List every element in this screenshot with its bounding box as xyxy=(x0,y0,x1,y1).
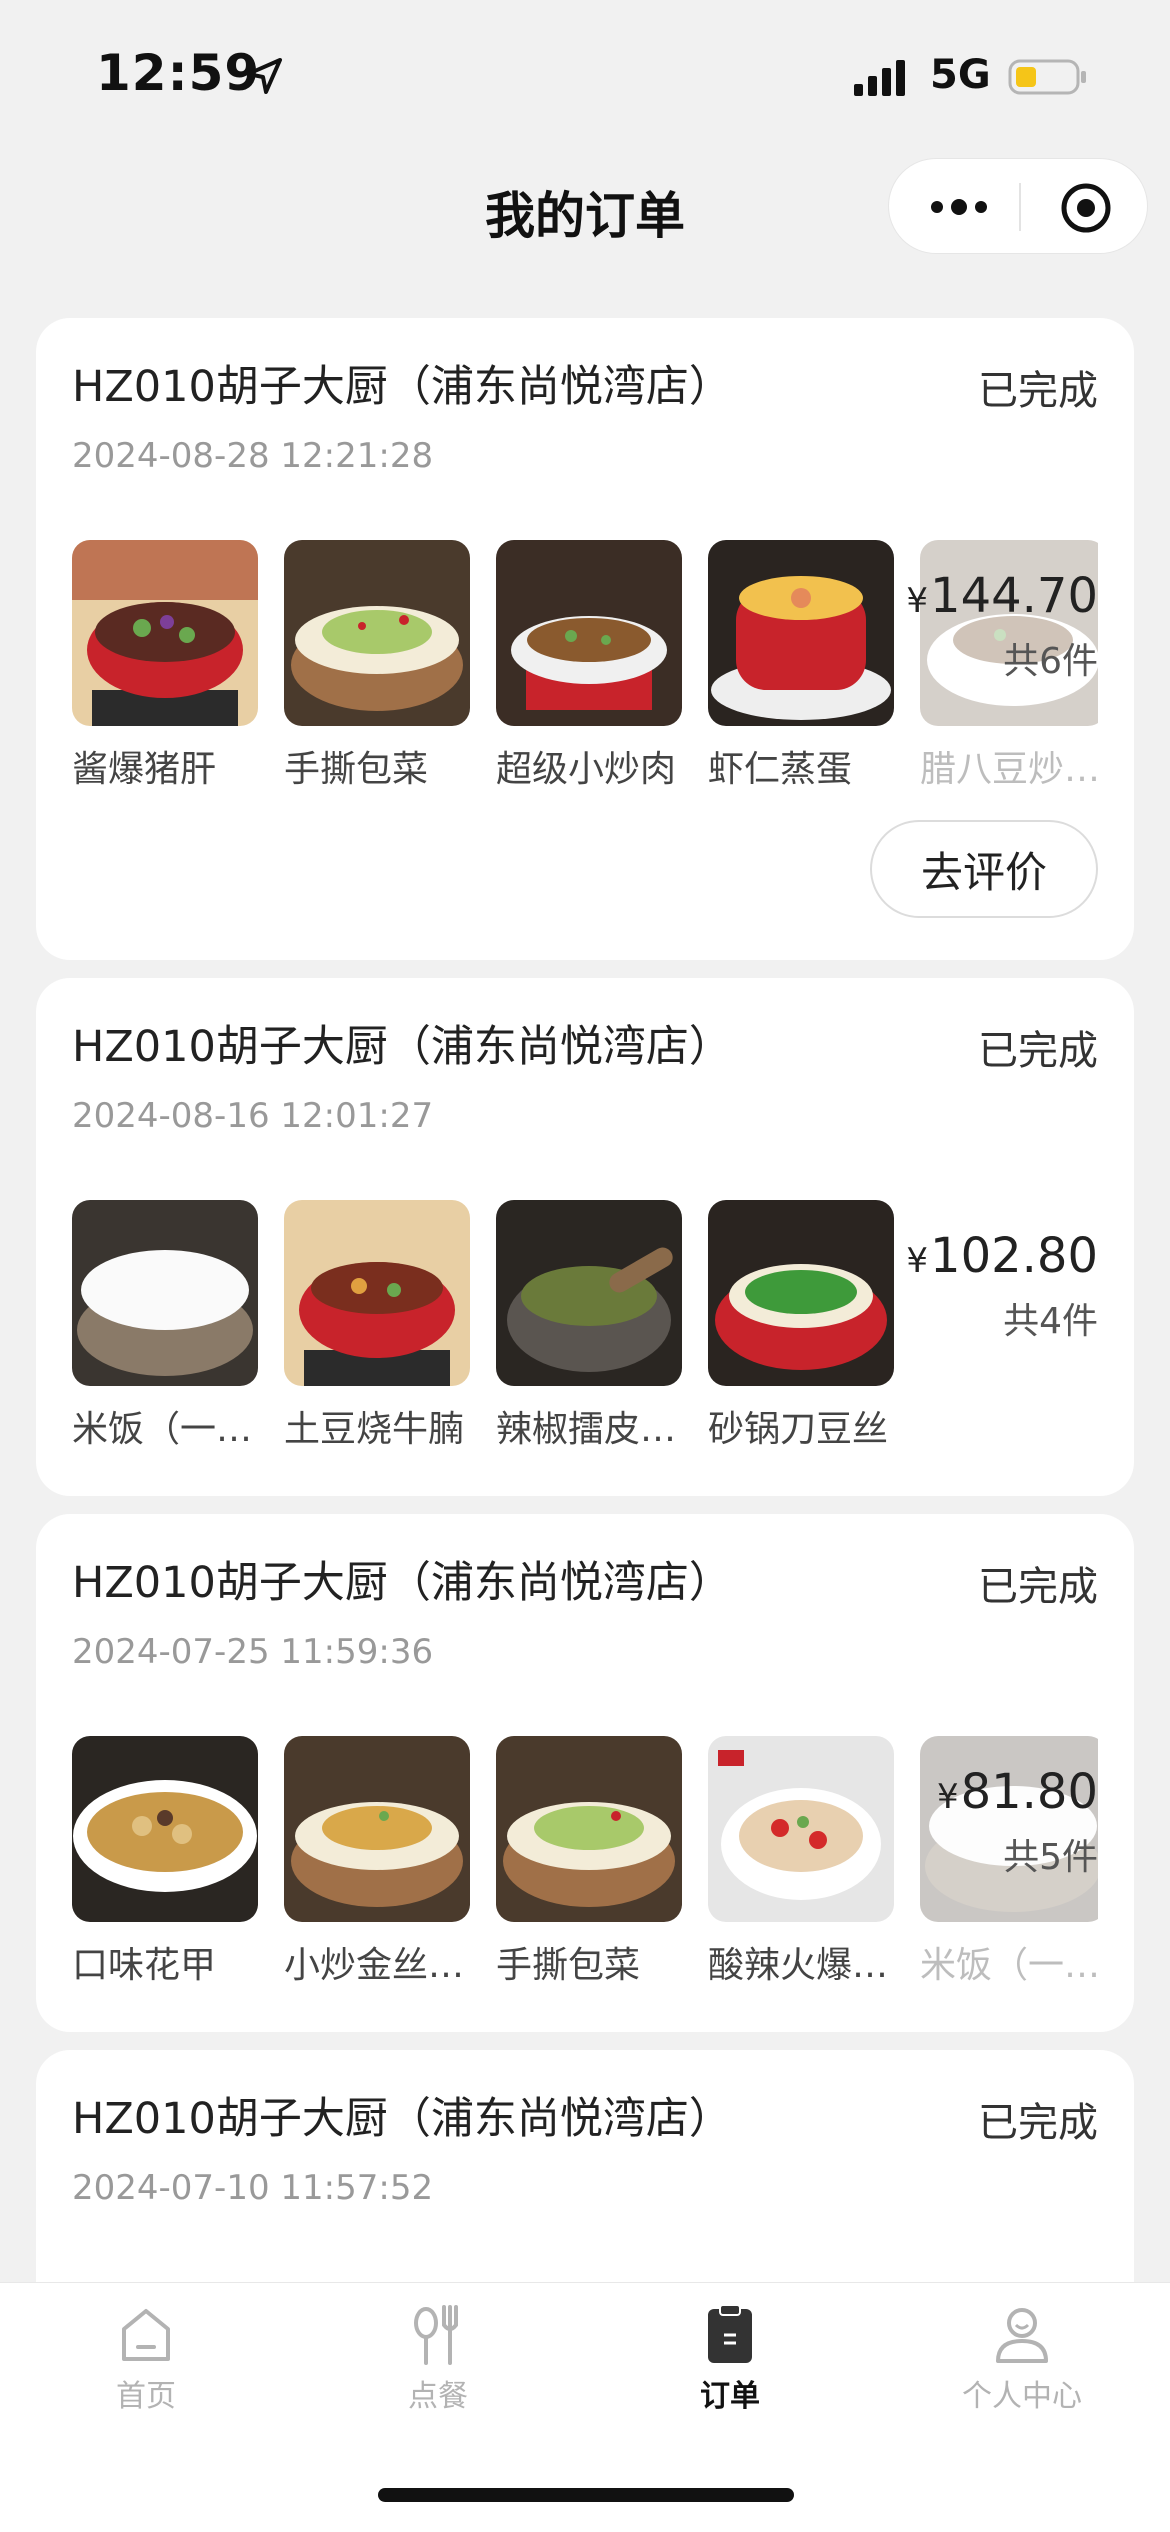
order-datetime: 2024-08-16 12:01:27 xyxy=(72,1096,434,1136)
dish-photo xyxy=(496,540,682,726)
order-clipboard-icon xyxy=(708,2304,752,2363)
order-item: 小炒金丝… xyxy=(284,1736,470,1988)
dish-name: 虾仁蒸蛋 xyxy=(708,749,853,790)
dish-name: 手撕包菜 xyxy=(496,1945,641,1986)
location-arrow-icon xyxy=(246,58,282,94)
dish-name: 米饭（一… xyxy=(72,1409,253,1450)
item-count: 共6件 xyxy=(1003,641,1098,682)
order-item: 米饭（一… xyxy=(72,1200,258,1452)
order-datetime: 2024-07-10 11:57:52 xyxy=(72,2168,434,2208)
order-status: 已完成 xyxy=(978,1564,1098,1610)
order-summary: ¥144.70 共6件 xyxy=(906,568,1098,684)
dish-name: 腊八豆炒… xyxy=(920,749,1098,790)
order-item: 砂锅刀豆丝 xyxy=(708,1200,894,1452)
review-button[interactable]: 去评价 xyxy=(870,820,1098,918)
order-total: ¥144.70 xyxy=(906,568,1098,624)
clock-time: 12:59 xyxy=(96,44,261,102)
tab-profile[interactable]: 个人中心 xyxy=(922,2303,1122,2415)
order-item: 辣椒擂皮… xyxy=(496,1200,682,1452)
tab-label: 首页 xyxy=(116,2379,176,2414)
currency-symbol: ¥ xyxy=(906,581,929,621)
tab-orders[interactable]: 订单 xyxy=(630,2303,830,2415)
dish-name: 米饭（一… xyxy=(920,1945,1098,1986)
order-items: 口味花甲 小炒金丝… 手撕包菜 酸辣火爆… 米饭（一… ¥81.80 共5件 xyxy=(72,1736,1098,2006)
dish-name: 辣椒擂皮… xyxy=(496,1409,677,1450)
order-status: 已完成 xyxy=(978,368,1098,414)
network-type: 5G xyxy=(930,52,991,98)
status-bar: 12:59 5G xyxy=(0,0,1170,150)
home-indicator[interactable] xyxy=(378,2488,794,2502)
order-items: 米饭（一… 土豆烧牛腩 辣椒擂皮… 砂锅刀豆丝 ¥102.80 共4件 xyxy=(72,1200,1098,1470)
currency-symbol: ¥ xyxy=(906,1241,929,1281)
order-items: 酱爆猪肝 手撕包菜 超级小炒肉 虾仁蒸蛋 腊八豆炒… ¥144.70 共6件 xyxy=(72,540,1098,810)
dish-name: 小炒金丝… xyxy=(284,1945,465,1986)
dish-photo xyxy=(72,540,258,726)
dish-photo xyxy=(284,540,470,726)
order-total: ¥102.80 xyxy=(906,1228,1098,1284)
dish-name: 手撕包菜 xyxy=(284,749,429,790)
profile-icon xyxy=(996,2308,1048,2363)
order-status: 已完成 xyxy=(978,1028,1098,1074)
price-value: 81.80 xyxy=(960,1764,1098,1820)
item-count: 共4件 xyxy=(1003,1301,1098,1342)
order-item: 虾仁蒸蛋 xyxy=(708,540,894,792)
order-item: 酱爆猪肝 xyxy=(72,540,258,792)
dish-name: 酸辣火爆… xyxy=(708,1945,889,1986)
order-item: 酸辣火爆… xyxy=(708,1736,894,1988)
dish-photo xyxy=(708,1736,894,1922)
dish-photo xyxy=(708,1200,894,1386)
tab-label: 订单 xyxy=(700,2379,760,2414)
dish-name: 超级小炒肉 xyxy=(496,749,677,790)
mini-program-capsule xyxy=(888,158,1148,254)
store-name: HZ010胡子大厨（浦东尚悦湾店） xyxy=(72,1558,732,1608)
order-card[interactable]: HZ010胡子大厨（浦东尚悦湾店） 已完成 2024-07-25 11:59:3… xyxy=(36,1514,1134,2032)
order-item: 手撕包菜 xyxy=(284,540,470,792)
order-total: ¥81.80 xyxy=(937,1764,1098,1820)
dish-photo xyxy=(496,1200,682,1386)
tab-home[interactable]: 首页 xyxy=(46,2303,246,2415)
order-datetime: 2024-08-28 12:21:28 xyxy=(72,436,434,476)
order-datetime: 2024-07-25 11:59:36 xyxy=(72,1632,434,1672)
order-item: 超级小炒肉 xyxy=(496,540,682,792)
capsule-divider xyxy=(1019,183,1021,231)
dish-name: 口味花甲 xyxy=(72,1945,217,1986)
dish-photo xyxy=(72,1736,258,1922)
price-value: 102.80 xyxy=(930,1228,1098,1284)
tab-label: 个人中心 xyxy=(962,2379,1082,2414)
dish-photo xyxy=(284,1736,470,1922)
more-options-icon[interactable] xyxy=(927,189,991,225)
order-card[interactable]: HZ010胡子大厨（浦东尚悦湾店） 已完成 2024-08-16 12:01:2… xyxy=(36,978,1134,1496)
cutlery-icon xyxy=(414,2305,458,2365)
close-mini-program-icon[interactable] xyxy=(1059,181,1113,235)
dish-name: 酱爆猪肝 xyxy=(72,749,217,790)
store-name: HZ010胡子大厨（浦东尚悦湾店） xyxy=(72,362,732,412)
order-summary: ¥102.80 共4件 xyxy=(906,1228,1098,1344)
store-name: HZ010胡子大厨（浦东尚悦湾店） xyxy=(72,2094,732,2144)
dish-photo xyxy=(72,1200,258,1386)
order-item: 手撕包菜 xyxy=(496,1736,682,1988)
dish-name: 土豆烧牛腩 xyxy=(284,1409,465,1450)
tab-order-food[interactable]: 点餐 xyxy=(338,2303,538,2415)
dish-photo xyxy=(496,1736,682,1922)
order-status: 已完成 xyxy=(978,2100,1098,2146)
store-name: HZ010胡子大厨（浦东尚悦湾店） xyxy=(72,1022,732,1072)
order-item: 土豆烧牛腩 xyxy=(284,1200,470,1452)
tab-label: 点餐 xyxy=(408,2379,468,2414)
cellular-signal-icon xyxy=(854,60,905,96)
dish-name: 砂锅刀豆丝 xyxy=(708,1409,889,1450)
currency-symbol: ¥ xyxy=(936,1777,959,1817)
item-count: 共5件 xyxy=(1003,1837,1098,1878)
price-value: 144.70 xyxy=(930,568,1098,624)
order-card[interactable]: HZ010胡子大厨（浦东尚悦湾店） 已完成 2024-08-28 12:21:2… xyxy=(36,318,1134,960)
home-icon xyxy=(122,2309,170,2361)
dish-photo xyxy=(708,540,894,726)
order-summary: ¥81.80 共5件 xyxy=(937,1764,1098,1880)
dish-photo xyxy=(284,1200,470,1386)
order-item: 口味花甲 xyxy=(72,1736,258,1988)
battery-icon xyxy=(1008,59,1086,95)
